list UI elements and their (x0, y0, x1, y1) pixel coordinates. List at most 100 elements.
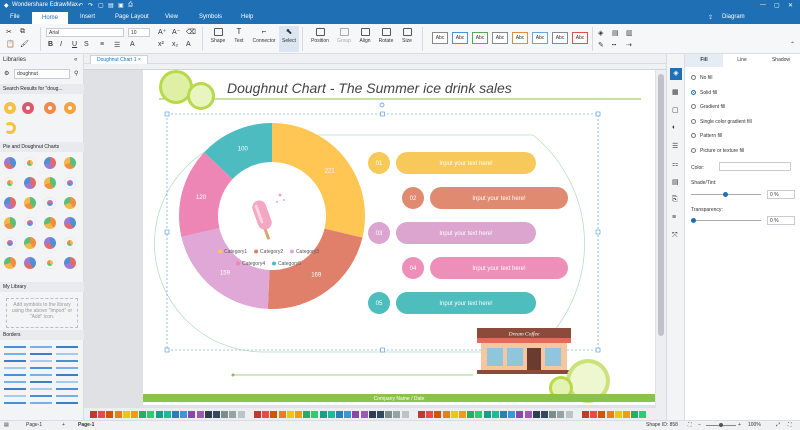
item-text-4[interactable]: Input your text here! (472, 266, 526, 272)
item-text-2[interactable]: Input your text here! (472, 196, 526, 202)
zoom-in-icon[interactable]: + (738, 422, 741, 428)
palette-swatch-18[interactable] (229, 411, 237, 418)
palette-swatch-21[interactable] (254, 411, 261, 418)
palette-swatch-68[interactable] (639, 411, 647, 418)
palette-swatch-2[interactable] (98, 411, 106, 418)
pie-thumb-21[interactable] (4, 257, 16, 269)
border-thumb-12[interactable] (56, 367, 78, 369)
border-thumb-3[interactable] (56, 346, 78, 348)
fit-width-icon[interactable]: ⤢ (776, 422, 780, 428)
drawing-page[interactable]: Doughnut Chart - The Summer ice drink sa… (143, 70, 655, 405)
outline-panel-icon[interactable]: ≡ (672, 214, 676, 221)
pie-thumb-15[interactable] (44, 217, 56, 229)
palette-swatch-23[interactable] (270, 411, 278, 418)
palette-swatch-7[interactable] (139, 411, 147, 418)
palette-swatch-43[interactable] (434, 411, 442, 418)
resize-handle-2[interactable] (164, 229, 170, 235)
border-thumb-4[interactable] (4, 353, 26, 355)
font-name-select[interactable]: Arial (46, 28, 124, 37)
document-tab[interactable]: Doughnut Chart 1 × (90, 55, 148, 64)
palette-swatch-41[interactable] (418, 411, 425, 418)
palette-swatch-54[interactable] (524, 411, 532, 418)
save-icon[interactable]: ▣ (118, 2, 124, 9)
connector-handle[interactable] (231, 373, 235, 377)
pie-thumb-10[interactable] (24, 197, 36, 209)
palette-swatch-60[interactable] (573, 411, 581, 418)
resize-handle-1[interactable] (164, 111, 170, 117)
resize-handle-5[interactable] (380, 347, 385, 353)
superscript-icon[interactable]: x² (158, 41, 164, 48)
pie-thumb-5[interactable] (4, 177, 16, 189)
new-icon[interactable]: ▢ (98, 2, 104, 9)
search-results-header[interactable]: Search Results for "doug... (0, 84, 84, 94)
palette-swatch-13[interactable] (188, 411, 196, 418)
resize-handle-6[interactable] (595, 111, 601, 117)
pie-thumb-24[interactable] (64, 257, 76, 269)
palette-swatch-11[interactable] (172, 411, 179, 418)
palette-swatch-53[interactable] (516, 411, 524, 418)
radio-icon[interactable] (691, 118, 696, 124)
shape-button[interactable]: Shape (208, 28, 228, 44)
border-thumb-7[interactable] (4, 360, 26, 362)
palette-swatch-66[interactable] (623, 411, 630, 418)
palette-swatch-58[interactable] (557, 411, 565, 418)
radio-icon[interactable] (691, 104, 696, 109)
pie-thumb-17[interactable] (4, 237, 16, 249)
zoom-out-icon[interactable]: − (698, 422, 701, 428)
pie-thumb-4[interactable] (64, 157, 76, 169)
pie-thumb-19[interactable] (44, 237, 56, 249)
theme-panel-icon[interactable]: ◐ (672, 124, 676, 131)
pie-thumb-3[interactable] (44, 157, 56, 169)
border-thumb-22[interactable] (4, 395, 26, 397)
decrease-font-icon[interactable]: A⁻ (172, 28, 180, 36)
style-swatch-2[interactable]: Abc (452, 32, 468, 44)
palette-swatch-10[interactable] (163, 411, 171, 418)
pie-thumb-22[interactable] (24, 257, 36, 269)
radio-icon[interactable] (691, 133, 696, 138)
palette-swatch-40[interactable] (409, 411, 417, 418)
minimize-icon[interactable]: — (760, 2, 766, 8)
palette-swatch-50[interactable] (491, 411, 499, 418)
border-thumb-9[interactable] (56, 360, 78, 362)
palette-swatch-55[interactable] (532, 411, 540, 418)
border-thumb-21[interactable] (56, 388, 78, 390)
pie-thumb-13[interactable] (4, 217, 16, 229)
fill-panel-icon[interactable]: ◈ (670, 68, 682, 80)
menu-file[interactable]: File (10, 14, 20, 20)
page-panel-icon[interactable]: ▢ (672, 106, 679, 114)
palette-swatch-52[interactable] (508, 411, 516, 418)
menu-home[interactable]: Home (32, 12, 69, 24)
border-thumb-13[interactable] (4, 374, 26, 376)
library-search-input[interactable]: doughnut (14, 69, 70, 79)
palette-swatch-33[interactable] (352, 411, 360, 418)
chart-panel-icon[interactable]: ⚏ (672, 160, 678, 168)
palette-swatch-56[interactable] (541, 411, 548, 418)
palette-swatch-67[interactable] (631, 411, 639, 418)
page-tab[interactable]: Page-1 (78, 422, 94, 428)
my-library-header[interactable]: My Library (0, 282, 84, 292)
style-swatch-8[interactable]: Abc (572, 32, 588, 44)
palette-swatch-42[interactable] (426, 411, 434, 418)
diagram-title[interactable]: Doughnut Chart - The Summer ice drink sa… (227, 80, 512, 96)
rotate-button[interactable]: Rotate (376, 28, 396, 44)
bold-icon[interactable]: B (48, 41, 53, 48)
my-library-dropzone[interactable]: Add symbols to the library using the abo… (6, 298, 78, 328)
palette-swatch-38[interactable] (393, 411, 401, 418)
redo-icon[interactable]: ↷ (88, 2, 93, 9)
tab-fill[interactable]: Fill (685, 54, 723, 67)
fill-option-2[interactable]: Solid fill (691, 89, 717, 96)
fullscreen-icon[interactable]: ⛶ (788, 422, 792, 428)
open-icon[interactable]: ▤ (108, 2, 114, 9)
palette-swatch-46[interactable] (459, 411, 466, 418)
size-button[interactable]: Size (398, 28, 416, 44)
palette-swatch-9[interactable] (155, 411, 163, 418)
resize-handle-4[interactable] (380, 111, 385, 117)
copy-icon[interactable]: ⧉ (20, 28, 25, 36)
radio-icon[interactable] (691, 75, 696, 80)
palette-swatch-32[interactable] (344, 411, 352, 418)
border-thumb-26[interactable] (30, 402, 52, 404)
strikethrough-icon[interactable]: S (84, 41, 89, 48)
border-thumb-5[interactable] (30, 353, 52, 355)
list-icon[interactable]: ☰ (114, 41, 120, 49)
shade-slider-thumb[interactable] (723, 192, 728, 197)
